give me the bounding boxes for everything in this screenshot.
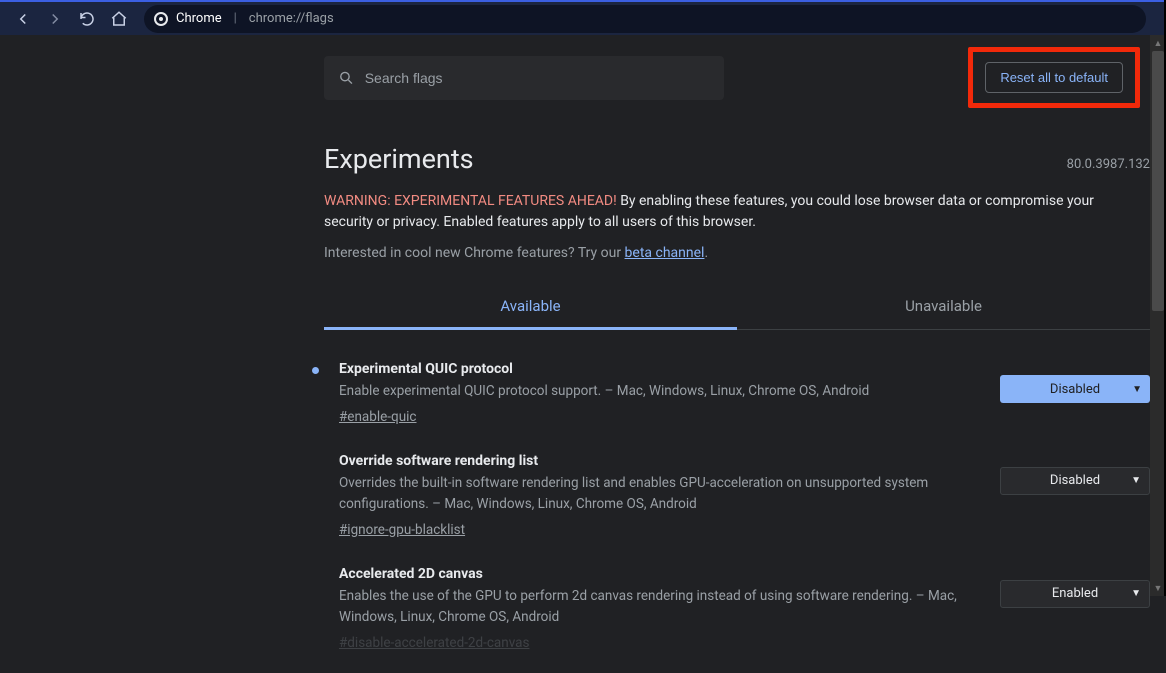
flag-row: Accelerated 2D canvas Enables the use of… xyxy=(312,560,1150,673)
flag-anchor-link[interactable]: #ignore-gpu-blacklist xyxy=(339,522,465,538)
reset-all-button[interactable]: Reset all to default xyxy=(985,62,1123,93)
flag-title: Experimental QUIC protocol xyxy=(339,361,980,377)
home-button[interactable] xyxy=(106,6,132,32)
flag-main: Override software rendering list Overrid… xyxy=(339,453,980,538)
search-icon xyxy=(338,69,355,87)
flag-title: Accelerated 2D canvas xyxy=(339,566,980,582)
flag-state-select[interactable]: Disabled ▼ xyxy=(1000,375,1150,403)
flag-description: Overrides the built-in software renderin… xyxy=(339,473,980,515)
omnibox-path: chrome://flags xyxy=(249,11,334,26)
omnibox-separator: | xyxy=(234,11,237,26)
flags-list: Experimental QUIC protocol Enable experi… xyxy=(312,355,1150,673)
tab-available[interactable]: Available xyxy=(324,285,737,330)
flag-anchor-link[interactable]: #enable-quic xyxy=(339,409,417,425)
flag-select-wrap: Enabled ▼ xyxy=(1000,580,1150,608)
flag-row: Experimental QUIC protocol Enable experi… xyxy=(312,355,1150,447)
reset-highlight: Reset all to default xyxy=(968,47,1140,108)
flag-state-value: Enabled xyxy=(1052,586,1098,601)
version-label: 80.0.3987.132 xyxy=(1067,157,1150,172)
flag-select-wrap: Disabled ▼ xyxy=(1000,375,1150,403)
flag-state-value: Disabled xyxy=(1050,382,1100,397)
forward-button[interactable] xyxy=(42,6,68,32)
tab-unavailable[interactable]: Unavailable xyxy=(737,285,1150,329)
page-title: Experiments xyxy=(324,143,474,175)
modified-dot-icon xyxy=(312,367,319,374)
flag-description: Enables the use of the GPU to perform 2d… xyxy=(339,586,980,628)
tabs: Available Unavailable xyxy=(324,285,1150,330)
scrollbar-thumb[interactable] xyxy=(1152,51,1164,311)
page-body: Reset all to default Experiments 80.0.39… xyxy=(0,35,1166,596)
address-bar[interactable]: Chrome | chrome://flags xyxy=(144,5,1146,33)
chrome-icon xyxy=(154,12,168,26)
flag-title: Override software rendering list xyxy=(339,453,980,469)
flag-state-select[interactable]: Disabled ▼ xyxy=(1000,467,1150,495)
flag-main: Accelerated 2D canvas Enables the use of… xyxy=(339,566,980,651)
flag-description: Enable experimental QUIC protocol suppor… xyxy=(339,381,980,402)
flag-main: Experimental QUIC protocol Enable experi… xyxy=(339,361,980,425)
chevron-down-icon: ▼ xyxy=(1131,588,1141,599)
flag-state-select[interactable]: Enabled ▼ xyxy=(1000,580,1150,608)
beta-channel-link[interactable]: beta channel xyxy=(625,245,705,261)
flag-state-value: Disabled xyxy=(1050,473,1100,488)
annotation-highlight: Reset all to default xyxy=(968,47,1140,108)
interested-prefix: Interested in cool new Chrome features? … xyxy=(324,245,625,261)
browser-toolbar: Chrome | chrome://flags xyxy=(0,0,1166,35)
warning-text: WARNING: EXPERIMENTAL FEATURES AHEAD! By… xyxy=(324,191,1100,233)
interested-suffix: . xyxy=(704,245,708,261)
reload-button[interactable] xyxy=(74,6,100,32)
search-flags-input[interactable] xyxy=(365,70,710,86)
chevron-down-icon: ▼ xyxy=(1132,384,1142,395)
chevron-down-icon: ▼ xyxy=(1131,475,1141,486)
omnibox-origin: Chrome xyxy=(176,11,222,26)
search-flags-box[interactable] xyxy=(324,56,724,100)
flag-anchor-link[interactable]: #disable-accelerated-2d-canvas xyxy=(339,635,529,651)
flag-row: Override software rendering list Overrid… xyxy=(312,447,1150,560)
back-button[interactable] xyxy=(10,6,36,32)
warning-prefix: WARNING: EXPERIMENTAL FEATURES AHEAD! xyxy=(324,193,617,209)
content-column: Reset all to default Experiments 80.0.39… xyxy=(324,35,1050,596)
beta-channel-line: Interested in cool new Chrome features? … xyxy=(324,245,708,261)
top-row: Reset all to default xyxy=(314,47,1166,108)
flag-select-wrap: Disabled ▼ xyxy=(1000,467,1150,495)
